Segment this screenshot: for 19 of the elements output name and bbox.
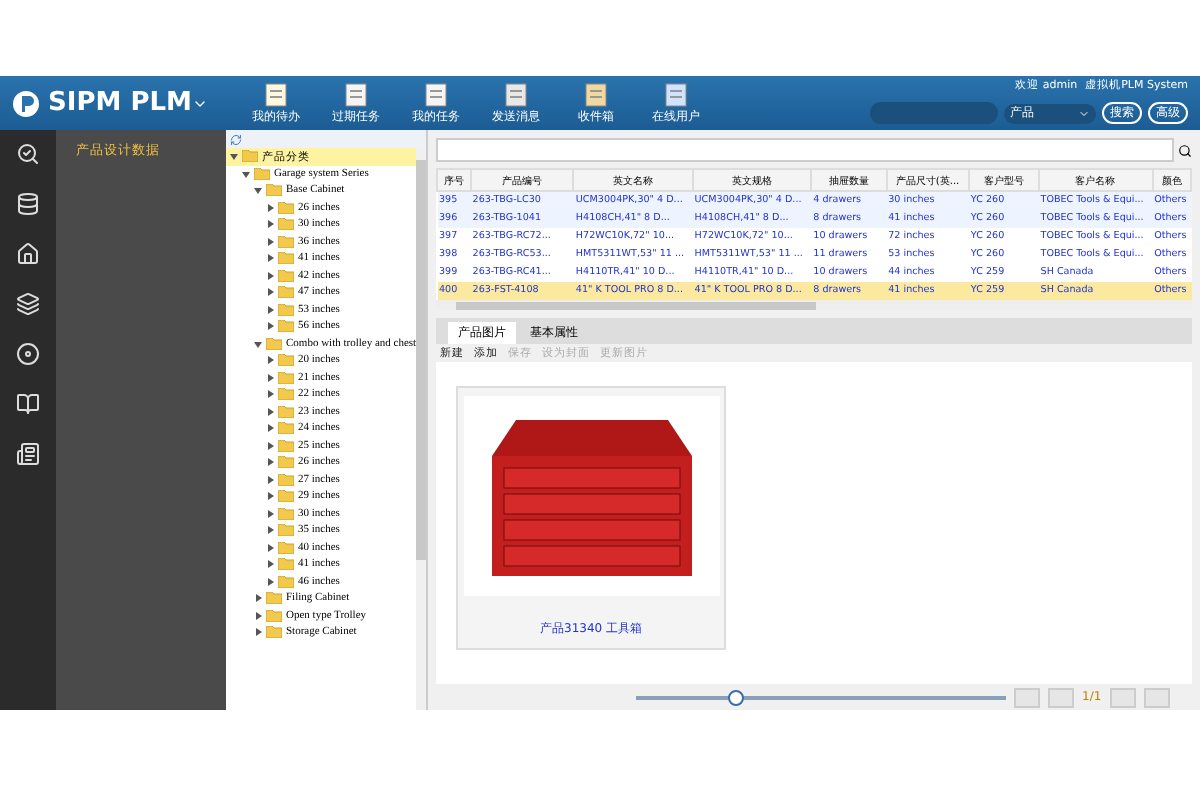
database-icon[interactable] <box>16 192 40 216</box>
zoom-slider[interactable] <box>636 695 1006 700</box>
search-icon[interactable] <box>1178 143 1192 157</box>
slider-thumb[interactable] <box>727 689 744 706</box>
filter-field[interactable] <box>436 138 1174 162</box>
refresh-icon[interactable] <box>230 133 242 145</box>
app-logo-text: SIPM PLM <box>48 88 192 118</box>
caret-icon[interactable] <box>1078 107 1090 119</box>
disc-icon[interactable] <box>16 342 40 366</box>
scrollbar[interactable] <box>416 148 426 710</box>
search-field[interactable] <box>870 102 998 124</box>
expanded-arrow-icon[interactable] <box>254 339 262 348</box>
scrollbar-thumb[interactable] <box>456 301 816 310</box>
search-icon[interactable] <box>16 142 40 166</box>
home-icon[interactable] <box>16 242 40 266</box>
newspaper-icon[interactable] <box>16 442 40 466</box>
stack-icon[interactable] <box>16 292 40 316</box>
logo-icon <box>12 89 40 117</box>
book-icon[interactable] <box>16 392 40 416</box>
